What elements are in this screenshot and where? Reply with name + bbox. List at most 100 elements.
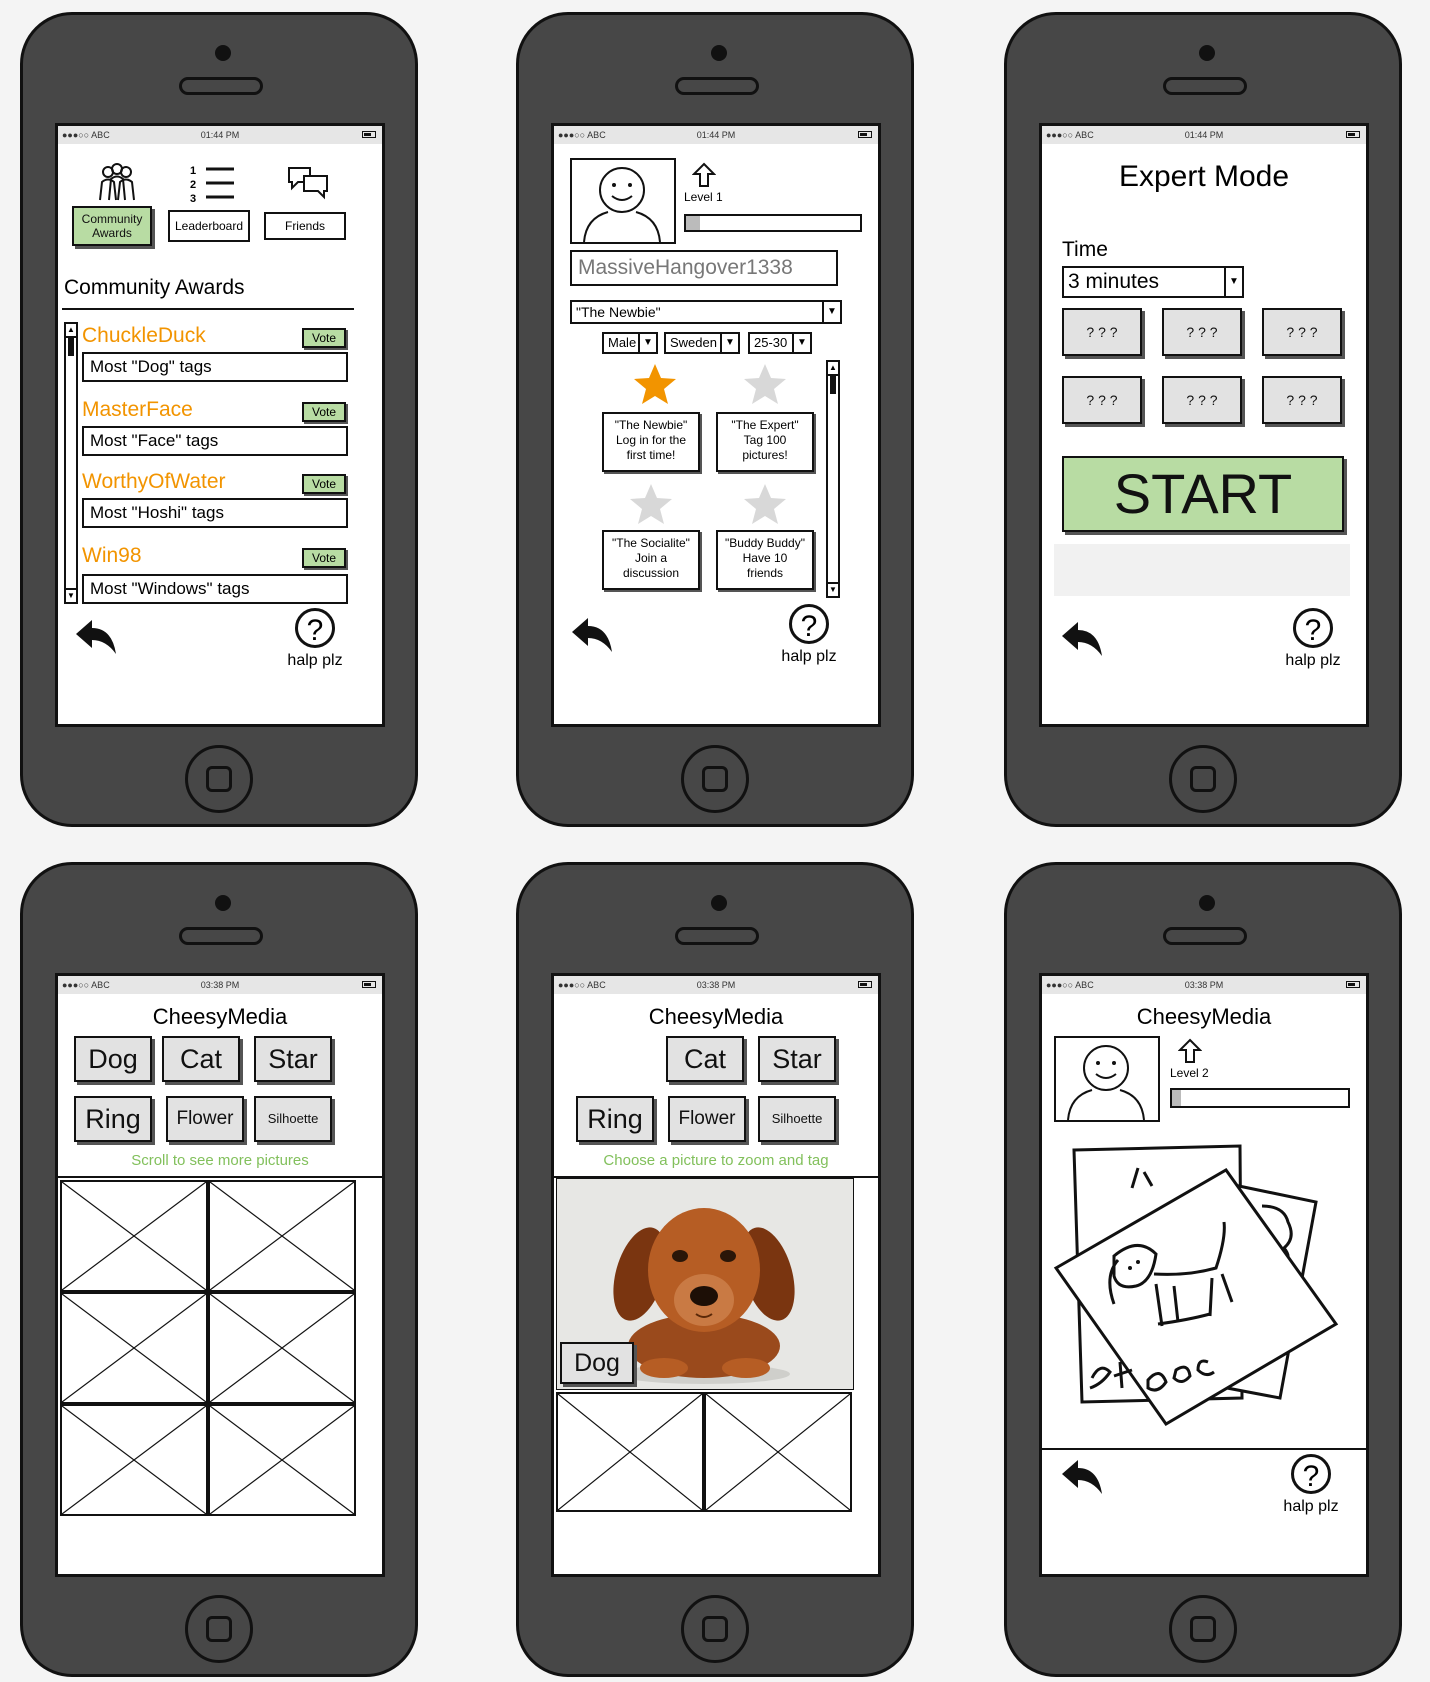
achievement-card[interactable]: "The Expert" Tag 100 pictures! xyxy=(716,412,814,472)
age-select[interactable]: 25-30 ▼ xyxy=(748,332,812,354)
star-earned-icon xyxy=(634,364,676,404)
tag-flower-button[interactable]: Flower xyxy=(166,1096,244,1142)
vote-button[interactable]: Vote xyxy=(302,402,346,422)
slot-button[interactable]: ? ? ? xyxy=(1262,376,1342,424)
home-button[interactable] xyxy=(1169,745,1237,813)
help-button[interactable]: ? halp plz xyxy=(1278,608,1348,672)
slot-button[interactable]: ? ? ? xyxy=(1062,308,1142,356)
tag-silhoette-button[interactable]: Silhoette xyxy=(758,1096,836,1142)
screen: ●●●○○ ABC 03:38 PM CheesyMedia Level 2 ?… xyxy=(1039,973,1369,1577)
scroll-thumb[interactable] xyxy=(830,376,836,394)
level-label: Level 1 xyxy=(684,190,723,204)
picture-placeholder[interactable] xyxy=(208,1292,356,1404)
slot-button[interactable]: ? ? ? xyxy=(1062,376,1142,424)
level-progress-bar xyxy=(1170,1088,1350,1108)
gender-select[interactable]: Male ▼ xyxy=(602,332,658,354)
clock: 01:44 PM xyxy=(1184,130,1224,140)
tag-flower-button[interactable]: Flower xyxy=(668,1096,746,1142)
scrollbar[interactable]: ▲ ▼ xyxy=(826,360,840,598)
slot-button[interactable]: ? ? ? xyxy=(1162,376,1242,424)
scroll-up-icon[interactable]: ▲ xyxy=(828,362,838,376)
help-button[interactable]: ? halp plz xyxy=(280,608,350,672)
achievement-desc: friends xyxy=(746,566,784,580)
dragged-tag-dog[interactable]: Dog xyxy=(560,1342,634,1384)
tab-leaderboard[interactable]: Leaderboard xyxy=(168,210,250,242)
scroll-down-icon[interactable]: ▼ xyxy=(828,582,838,596)
star-locked-icon xyxy=(744,484,786,524)
scroll-thumb[interactable] xyxy=(68,338,74,356)
avatar[interactable] xyxy=(1054,1036,1160,1122)
vote-button[interactable]: Vote xyxy=(302,474,346,494)
screen: ●●●○○ ABC 01:44 PM Level 1 MassiveHangov… xyxy=(551,123,881,727)
dog-sketch-cards[interactable] xyxy=(1048,1126,1348,1426)
country-select[interactable]: Sweden ▼ xyxy=(664,332,740,354)
home-button[interactable] xyxy=(185,1595,253,1663)
hint-text: Choose a picture to zoom and tag xyxy=(603,1152,829,1169)
achievement-desc: Have 10 xyxy=(742,551,788,565)
vote-button[interactable]: Vote xyxy=(302,328,346,348)
start-button[interactable]: START xyxy=(1062,456,1344,532)
picture-placeholder[interactable] xyxy=(208,1180,356,1292)
tab-friends[interactable]: Friends xyxy=(264,212,346,240)
people-icon xyxy=(99,163,135,201)
chevron-down-icon[interactable]: ▼ xyxy=(638,334,656,352)
home-button[interactable] xyxy=(1169,1595,1237,1663)
chevron-down-icon[interactable]: ▼ xyxy=(822,302,840,322)
award-user-name[interactable]: WorthyOfWater xyxy=(82,470,226,494)
scroll-down-icon[interactable]: ▼ xyxy=(66,588,76,602)
star-locked-icon xyxy=(744,364,786,404)
home-button[interactable] xyxy=(185,745,253,813)
picture-placeholder[interactable] xyxy=(60,1404,208,1516)
home-button[interactable] xyxy=(681,1595,749,1663)
battery-icon xyxy=(362,981,376,988)
help-button[interactable]: ? halp plz xyxy=(1276,1454,1346,1518)
chevron-down-icon[interactable]: ▼ xyxy=(720,334,738,352)
picture-placeholder[interactable] xyxy=(704,1392,852,1512)
help-button[interactable]: ? halp plz xyxy=(774,604,844,668)
tag-silhoette-button[interactable]: Silhoette xyxy=(254,1096,332,1142)
home-button[interactable] xyxy=(681,745,749,813)
back-arrow-icon[interactable] xyxy=(1058,1458,1106,1498)
title-select[interactable]: "The Newbie" ▼ xyxy=(570,300,842,324)
tag-star-button[interactable]: Star xyxy=(254,1036,332,1082)
back-arrow-icon[interactable] xyxy=(568,616,616,656)
svg-text:2: 2 xyxy=(190,179,196,191)
username-field[interactable]: MassiveHangover1338 xyxy=(570,250,838,286)
back-arrow-icon[interactable] xyxy=(1058,620,1106,660)
picture-placeholder[interactable] xyxy=(60,1292,208,1404)
time-select[interactable]: 3 minutes ▼ xyxy=(1062,266,1244,298)
slot-button[interactable]: ? ? ? xyxy=(1162,308,1242,356)
slot-button[interactable]: ? ? ? xyxy=(1262,308,1342,356)
tag-dog-button[interactable]: Dog xyxy=(74,1036,152,1082)
award-user-name[interactable]: MasterFace xyxy=(82,398,193,422)
question-mark-icon: ? xyxy=(1293,608,1333,648)
tag-cat-button[interactable]: Cat xyxy=(162,1036,240,1082)
hint-text: Scroll to see more pictures xyxy=(131,1152,309,1169)
award-user-name[interactable]: ChuckleDuck xyxy=(82,324,206,348)
achievement-card[interactable]: "Buddy Buddy" Have 10 friends xyxy=(716,530,814,590)
scroll-up-icon[interactable]: ▲ xyxy=(66,324,76,338)
avatar[interactable] xyxy=(570,158,676,244)
tab-community-awards[interactable]: Community Awards xyxy=(72,206,152,246)
chevron-down-icon[interactable]: ▼ xyxy=(1224,268,1242,296)
award-user-name[interactable]: Win98 xyxy=(82,544,142,568)
chevron-down-icon[interactable]: ▼ xyxy=(792,334,810,352)
bottom-bar-divider xyxy=(1042,1448,1366,1450)
app-title: CheesyMedia xyxy=(1136,1004,1272,1029)
achievement-desc: Join a xyxy=(634,551,668,565)
tag-star-button[interactable]: Star xyxy=(758,1036,836,1082)
tag-ring-button[interactable]: Ring xyxy=(576,1096,654,1142)
achievement-card[interactable]: "The Newbie" Log in for the first time! xyxy=(602,412,700,472)
achievement-card[interactable]: "The Socialite" Join a discussion xyxy=(602,530,700,590)
picture-placeholder[interactable] xyxy=(208,1404,356,1516)
achievement-name: "The Socialite" xyxy=(612,536,690,550)
tag-ring-button[interactable]: Ring xyxy=(74,1096,152,1142)
tag-cat-button[interactable]: Cat xyxy=(666,1036,744,1082)
vote-button[interactable]: Vote xyxy=(302,548,346,568)
scrollbar[interactable]: ▲ ▼ xyxy=(64,322,78,604)
picture-placeholder[interactable] xyxy=(556,1392,704,1512)
level-progress-bar xyxy=(684,214,862,232)
picture-placeholder[interactable] xyxy=(60,1180,208,1292)
back-arrow-icon[interactable] xyxy=(72,618,120,658)
app-title: CheesyMedia xyxy=(648,1004,784,1029)
